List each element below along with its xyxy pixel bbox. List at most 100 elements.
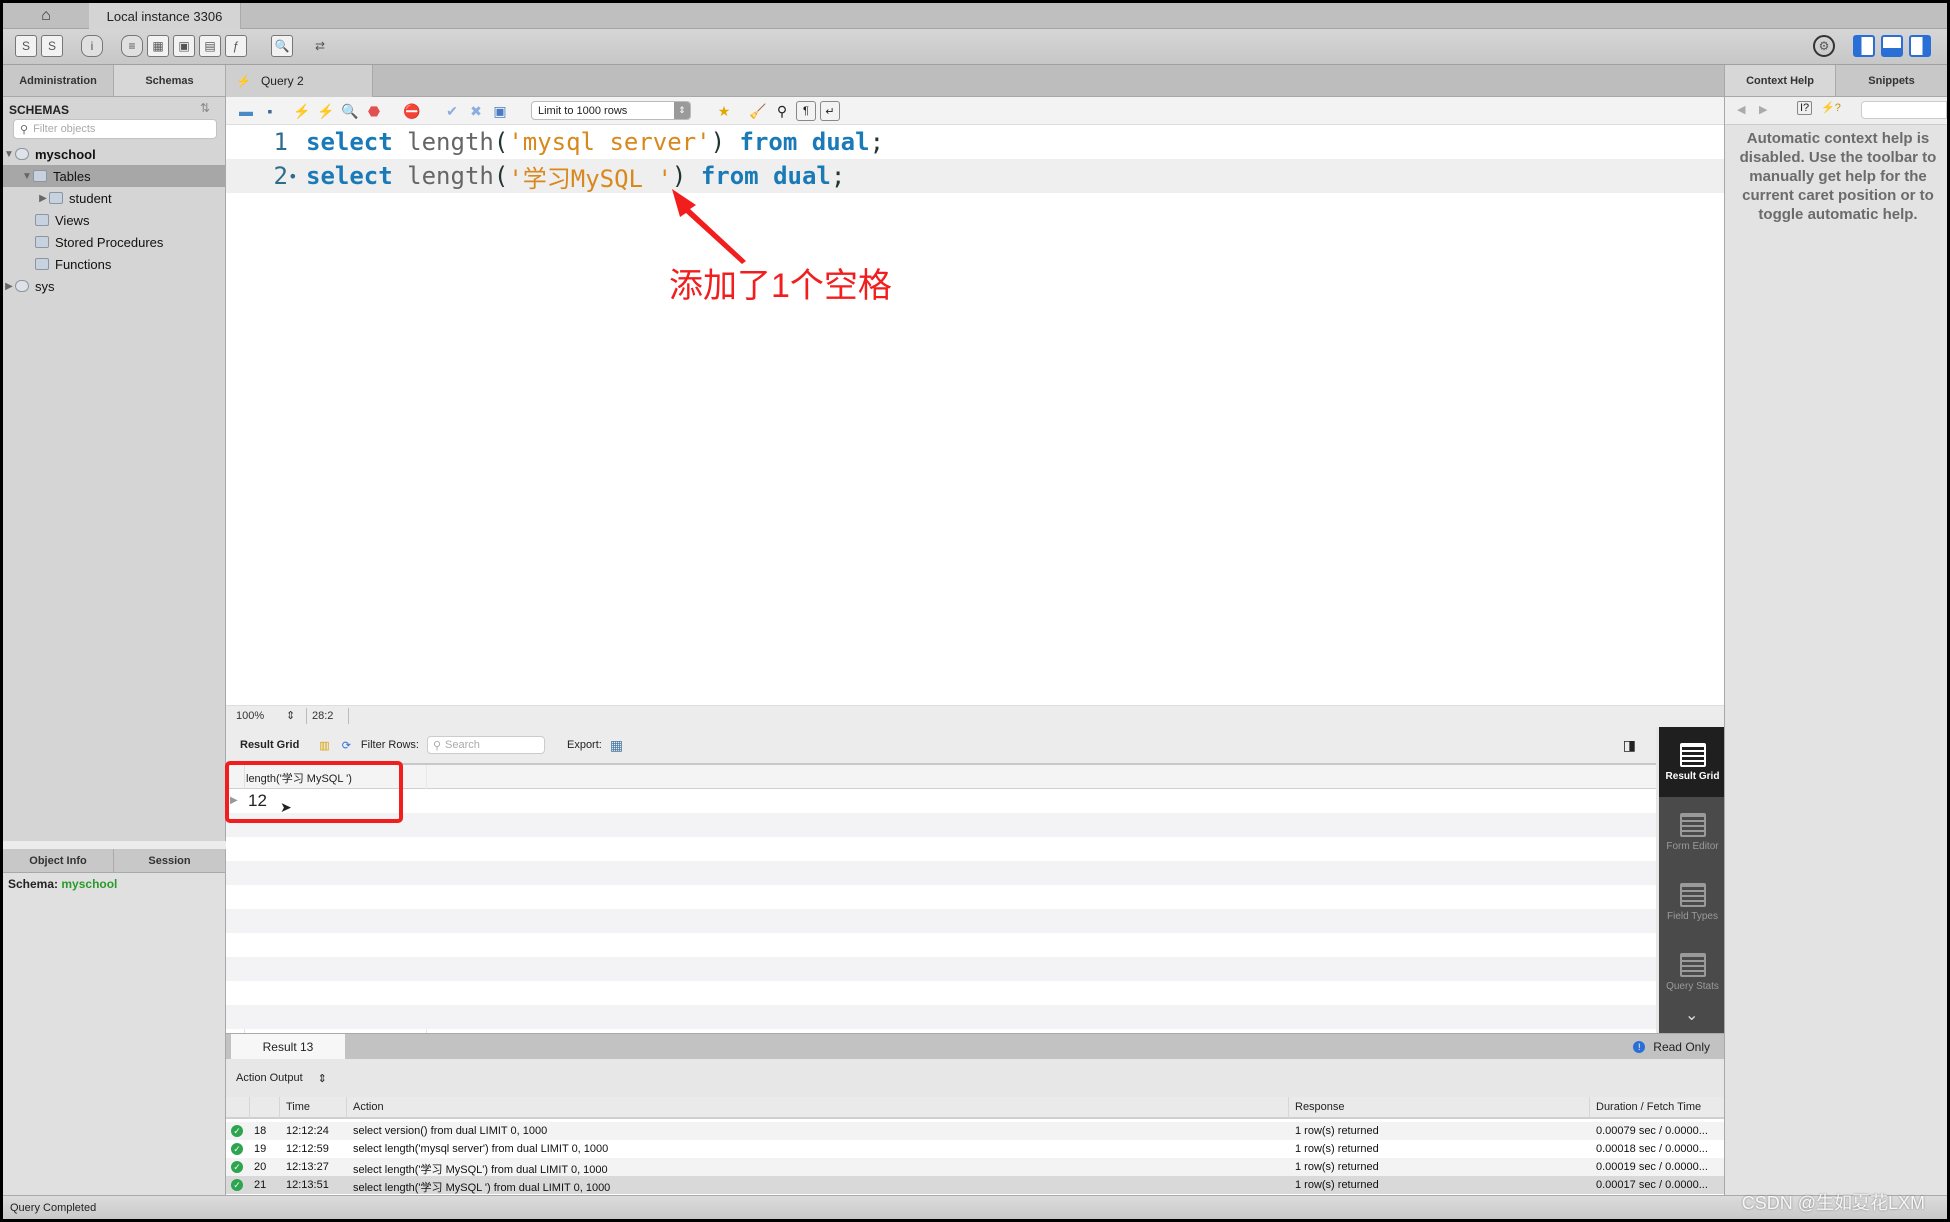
open-file-icon[interactable]: ▬ [236,101,256,121]
settings-icon[interactable]: ⚙ [1813,35,1835,57]
tab-object-info[interactable]: Object Info [3,849,114,873]
table-row [226,885,1656,909]
forward-icon[interactable]: ▶ [1759,103,1767,116]
tree-item-stored-procedures[interactable]: Stored Procedures [3,231,226,253]
tree-item-myschool[interactable]: ▼ myschool [3,143,226,165]
find-icon[interactable]: ⚲ [772,101,792,121]
home-tab[interactable]: ⌂ [3,3,89,29]
tab-result-13[interactable]: Result 13 [231,1034,345,1059]
rollback-icon[interactable]: ✖ [466,101,486,121]
search-table-data-icon[interactable]: 🔍 [271,35,293,57]
filter-objects-input[interactable]: ⚲ Filter objects [13,119,217,139]
row-action: select length('学习 MySQL') from dual LIMI… [353,1164,608,1176]
row-duration: 0.00017 sec / 0.0000... [1596,1179,1708,1191]
commit-icon[interactable]: ✔ [442,101,462,121]
limit-rows-select[interactable]: Limit to 1000 rows ⇕ [531,101,691,120]
add-snippet-icon[interactable]: ★ [714,101,734,121]
folder-icon [35,214,49,226]
output-selector[interactable]: Action Output [236,1072,303,1084]
expand-triangle-icon[interactable]: ▼ [21,171,33,182]
table-row[interactable] [226,789,1656,813]
query-stats-button[interactable]: Query Stats [1659,937,1726,1007]
filter-rows-input[interactable]: ⚲ Search [426,736,545,754]
code-line-2: 2 • select length('学习MySQL ') from dual; [226,159,1726,193]
tab-administration[interactable]: Administration [3,65,114,97]
column-header-time[interactable]: Time [280,1097,347,1119]
row-number: 21 [254,1179,267,1191]
title-bar: ⌂ Local instance 3306 [3,3,1947,29]
form-editor-button[interactable]: Form Editor [1659,797,1726,867]
column-header [250,1097,280,1119]
export-label: Export: [566,739,602,751]
create-view-icon[interactable]: ▣ [173,35,195,57]
toggle-panel-icon[interactable]: ◨ [1623,737,1636,754]
result-grid-button[interactable]: Result Grid [1659,727,1726,797]
instance-tab[interactable]: Local instance 3306 [89,3,241,29]
sql-editor[interactable]: 1 select length('mysql server') from dua… [226,125,1726,705]
create-procedure-icon[interactable]: ▤ [199,35,221,57]
chevron-down-icon[interactable]: ⌄ [1685,1005,1698,1025]
manual-help-icon[interactable]: I? [1797,101,1813,115]
reconnect-icon[interactable]: ⇄ [309,35,331,57]
zoom-stepper-icon[interactable]: ⇕ [286,709,295,722]
autocommit-icon[interactable]: ▣ [490,101,510,121]
auto-help-icon[interactable]: ⚡? [1821,101,1841,114]
collapse-triangle-icon[interactable]: ▶ [3,281,15,292]
back-icon[interactable]: ◀ [1737,103,1745,116]
tab-query-2[interactable]: ⚡ Query 2 [226,65,373,97]
schema-inspector-icon[interactable]: i [81,35,103,57]
tree-item-views[interactable]: Views [3,209,226,231]
search-icon: ⚲ [432,739,442,752]
open-sql-file-icon[interactable]: S [41,35,63,57]
tree-item-tables[interactable]: ▼ Tables [3,165,226,187]
search-placeholder: Search [445,739,480,751]
expand-triangle-icon[interactable]: ▼ [3,149,15,160]
beautify-icon[interactable]: 🧹 [748,101,768,121]
zoom-level[interactable]: 100% [236,710,264,722]
toggle-output-icon[interactable] [1881,35,1903,57]
tab-snippets[interactable]: Snippets [1836,65,1947,97]
new-sql-tab-icon[interactable]: S [15,35,37,57]
stop-icon[interactable]: ⬣ [364,101,384,121]
grid-icon[interactable]: ▥ [319,739,329,752]
row-response: 1 row(s) returned [1295,1125,1379,1137]
create-table-icon[interactable]: ▦ [147,35,169,57]
column-header-action[interactable]: Action [347,1097,1289,1119]
collapse-triangle-icon[interactable]: ▶ [37,193,49,204]
export-icon[interactable]: ▦ [610,737,623,754]
grid-rows [226,789,1656,1035]
explain-icon[interactable]: 🔍 [340,101,360,121]
result-toolbar: Result Grid ▥ ⟳ Filter Rows: ⚲ Search Exp… [226,727,1656,763]
refresh-icon[interactable]: ⟳ [342,739,351,752]
result-grid[interactable]: length('学习 MySQL ') ▶ 12 ➤ [226,763,1656,1035]
help-search-input[interactable] [1861,101,1947,119]
tree-item-sys[interactable]: ▶ sys [3,275,226,297]
help-text: Automatic context help is disabled. Use … [1739,130,1937,223]
invisible-chars-icon[interactable]: ¶ [796,101,816,121]
toggle-error-icon[interactable]: ⛔ [402,101,422,121]
action-output-table: Time Action Response Duration / Fetch Ti… [226,1097,1726,1195]
field-types-button[interactable]: Field Types [1659,867,1726,937]
output-row[interactable]: ✓ 19 12:12:59 select length('mysql serve… [226,1140,1726,1158]
chevron-updown-icon[interactable]: ⇕ [318,1072,327,1085]
save-icon[interactable]: ▪ [260,101,280,121]
tree-item-functions[interactable]: Functions [3,253,226,275]
tab-session[interactable]: Session [114,849,226,873]
tree-item-student[interactable]: ▶ student [3,187,226,209]
column-header-duration[interactable]: Duration / Fetch Time [1590,1097,1726,1119]
output-row[interactable]: ✓ 18 12:12:24 select version() from dual… [226,1122,1726,1140]
refresh-icon[interactable]: ⇅ [200,101,210,115]
output-row[interactable]: ✓ 21 12:13:51 select length('学习 MySQL ')… [226,1176,1726,1194]
create-function-icon[interactable]: ƒ [225,35,247,57]
create-schema-icon[interactable]: ≡ [121,35,143,57]
column-header-response[interactable]: Response [1289,1097,1590,1119]
tab-schemas[interactable]: Schemas [114,65,226,97]
output-row[interactable]: ✓ 20 12:13:27 select length('学习 MySQL') … [226,1158,1726,1176]
word-wrap-icon[interactable]: ↵ [820,101,840,121]
execute-icon[interactable]: ⚡ [292,101,312,121]
tab-context-help[interactable]: Context Help [1725,65,1836,97]
toggle-secondary-sidebar-icon[interactable] [1909,35,1931,57]
panel-splitter[interactable] [3,841,226,849]
execute-current-icon[interactable]: ⚡ [316,101,336,121]
toggle-sidebar-icon[interactable] [1853,35,1875,57]
